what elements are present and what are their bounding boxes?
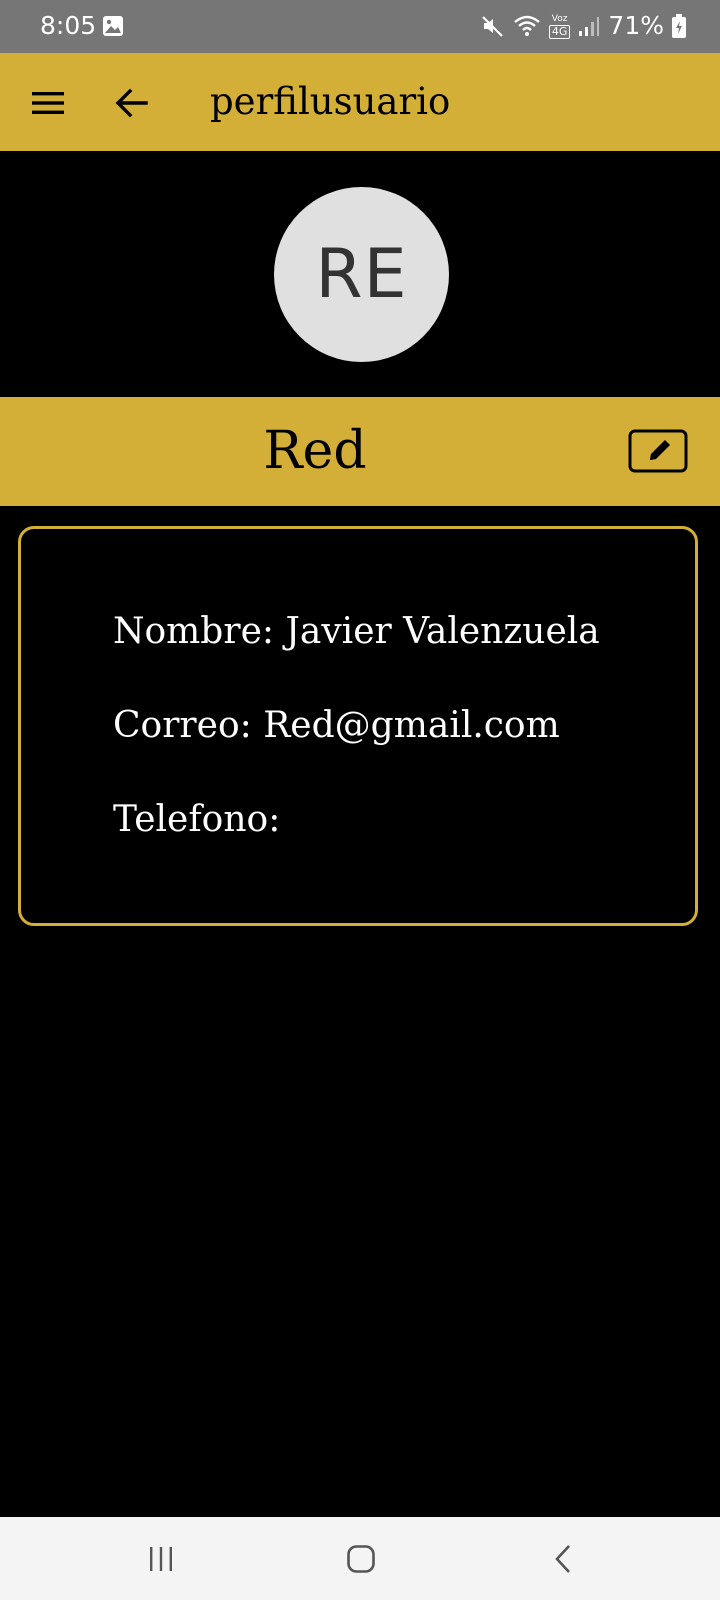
nombre-label: Nombre: [113, 611, 274, 652]
edit-pencil-icon [628, 429, 688, 473]
status-time: 8:05 [40, 11, 97, 40]
battery-icon [672, 14, 686, 38]
username: Red [263, 421, 367, 481]
wifi-icon [513, 14, 541, 38]
correo-value: Red@gmail.com [263, 705, 560, 746]
back-button[interactable] [110, 81, 154, 125]
back-icon [555, 1545, 570, 1573]
system-nav-bar [0, 1517, 720, 1600]
system-back-button[interactable] [533, 1537, 593, 1581]
recents-icon [150, 1547, 172, 1571]
telefono-label: Telefono: [113, 799, 281, 840]
user-info-card: Nombre: Javier Valenzuela Correo: Red@gm… [18, 526, 698, 926]
gallery-icon [102, 15, 124, 37]
status-bar: 8:05 Voz 4G 71% [0, 0, 720, 53]
nombre-value: Javier Valenzuela [285, 611, 600, 652]
mute-icon [481, 14, 505, 38]
correo-row: Correo: Red@gmail.com [113, 703, 560, 749]
volte-4g-icon: Voz 4G [548, 13, 571, 39]
hamburger-menu-icon [32, 92, 64, 114]
home-icon [347, 1545, 375, 1573]
edit-profile-button[interactable] [628, 429, 688, 473]
status-icons: Voz 4G 71% [481, 10, 686, 42]
telefono-row: Telefono: [113, 797, 280, 843]
home-button[interactable] [331, 1537, 391, 1581]
username-banner: Red [0, 397, 720, 506]
volte-label: Voz [551, 13, 568, 24]
avatar: RE [274, 187, 449, 362]
arrow-left-icon [115, 88, 148, 118]
app-bar: perfilusuario [0, 53, 720, 151]
nombre-row: Nombre: Javier Valenzuela [113, 609, 600, 655]
network-type-label: 4G [548, 24, 571, 39]
page-title: perfilusuario [210, 80, 451, 123]
signal-icon [578, 15, 600, 37]
battery-percent: 71% [608, 11, 664, 40]
menu-button[interactable] [26, 81, 70, 125]
correo-label: Correo: [113, 705, 252, 746]
recents-button[interactable] [131, 1537, 191, 1581]
